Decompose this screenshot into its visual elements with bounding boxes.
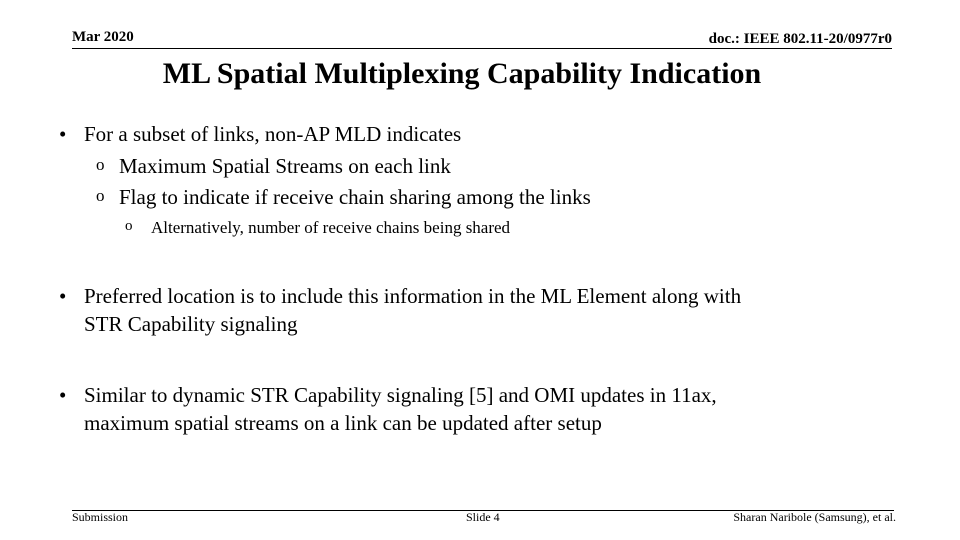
bullet-2-line-1: Preferred location is to include this in… [84,284,742,308]
bullet-2-line-2: STR Capability signaling [84,312,298,336]
slide-title: ML Spatial Multiplexing Capability Indic… [162,57,762,90]
sub-bullet-2: o Flag to indicate if receive chain shar… [96,185,591,210]
bullet-2: • Preferred location is to include this … [59,282,742,338]
bullet-marker: • [59,383,67,407]
bullet-1-text: For a subset of links, non-AP MLD indica… [84,122,462,146]
sub-bullet-2-text: Flag to indicate if receive chain sharin… [119,185,591,209]
sub-sub-bullet-1-text: Alternatively, number of receive chains … [151,218,511,237]
footer-author: Sharan Naribole (Samsung), et al. [733,510,896,524]
sub-bullet-1: o Maximum Spatial Streams on each link [96,154,451,179]
footer-slide-number: Slide 4 [466,510,500,524]
header-divider [72,48,892,49]
bullet-3-line-2: maximum spatial streams on a link can be… [84,411,602,435]
bullet-1: • For a subset of links, non-AP MLD indi… [59,120,462,148]
header-doc-id: doc.: IEEE 802.11-20/0977r0 [708,31,892,47]
bullet-3-line-1: Similar to dynamic STR Capability signal… [84,383,717,407]
bullet-3: • Similar to dynamic STR Capability sign… [59,381,717,437]
footer-submission: Submission [72,510,129,524]
bullet-marker: • [59,122,67,146]
sub-bullet-marker: o [96,155,105,174]
bullet-marker: • [59,284,67,308]
sub-sub-bullet-1: o Alternatively, number of receive chain… [125,218,511,238]
header-date: Mar 2020 [72,29,134,45]
sub-bullet-1-text: Maximum Spatial Streams on each link [119,154,451,178]
sub-bullet-marker: o [96,186,105,205]
sub-sub-bullet-marker: o [125,218,133,234]
